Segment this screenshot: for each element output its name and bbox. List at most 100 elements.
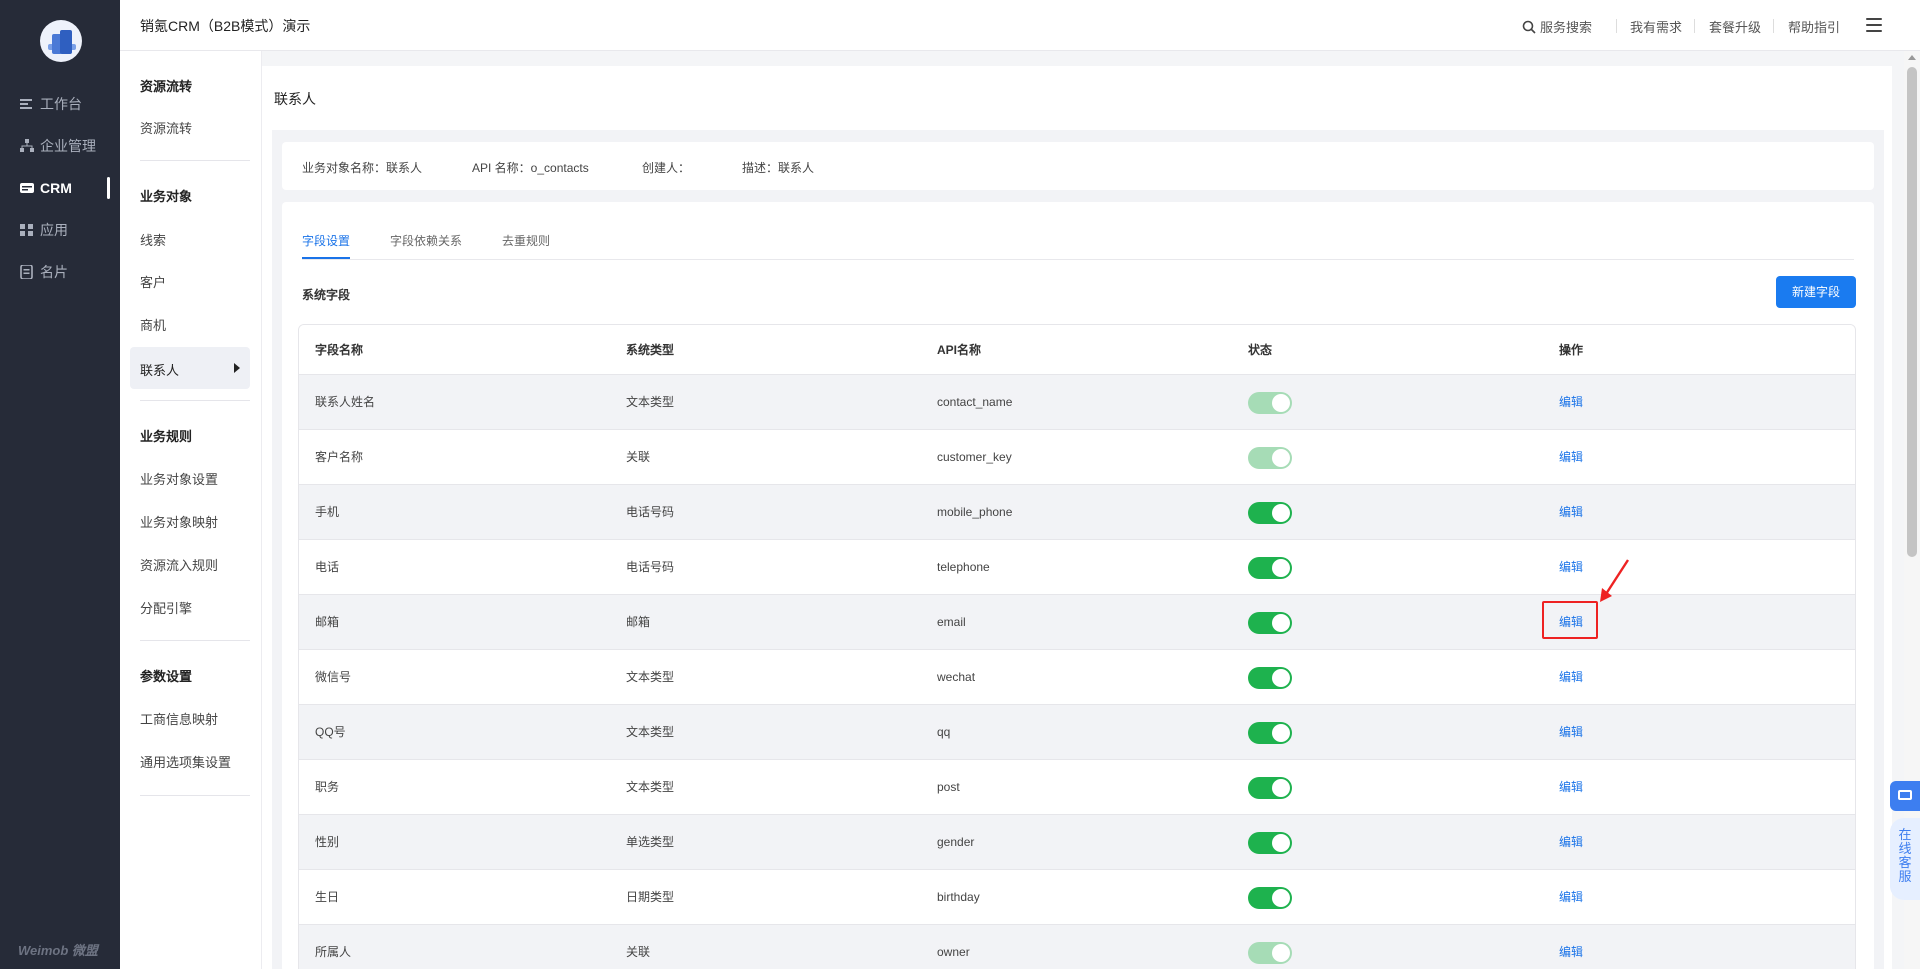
edit-link[interactable]: 编辑 [1559, 815, 1583, 870]
toggle-knob [1272, 724, 1290, 742]
section-title: 系统字段 [302, 288, 351, 302]
edit-link[interactable]: 编辑 [1559, 485, 1583, 540]
status-toggle[interactable] [1248, 557, 1292, 579]
edit-link[interactable]: 编辑 [1559, 870, 1583, 925]
sidebar-item-leads[interactable]: 线索 [140, 230, 166, 249]
rail-item-org[interactable]: 企业管理 [0, 135, 120, 157]
status-toggle[interactable] [1248, 612, 1292, 634]
sidebar-item-contacts[interactable]: 联系人 [130, 347, 250, 389]
edit-link[interactable]: 编辑 [1559, 430, 1583, 485]
service-search-button[interactable]: 服务搜索 [1522, 17, 1592, 36]
rail-label: CRM [40, 180, 72, 196]
card-icon [20, 264, 34, 280]
org-icon [20, 139, 34, 153]
content-area: 业务对象名称：联系人 API 名称：o_contacts 创建人： 描述：联系人… [272, 130, 1884, 969]
sidebar-item-assign-engine[interactable]: 分配引擎 [140, 598, 192, 617]
toggle-knob [1272, 504, 1290, 522]
status-toggle[interactable] [1248, 722, 1292, 744]
field-name-cell: 手机 [315, 505, 340, 519]
rail-label: 企业管理 [40, 138, 96, 154]
scroll-up-icon[interactable] [1908, 55, 1916, 60]
edit-link[interactable]: 编辑 [1559, 540, 1583, 595]
column-header: 字段名称 [315, 343, 364, 357]
system-type-cell: 关联 [626, 450, 651, 464]
rail-item-dashboard[interactable]: 工作台 [0, 93, 120, 115]
table-row: QQ号 文本类型 qq 编辑 [299, 705, 1855, 760]
top-header: 销氪CRM（B2B模式）演示 服务搜索 我有需求 套餐升级 帮助指引 [120, 0, 1920, 51]
edit-link[interactable]: 编辑 [1559, 925, 1583, 969]
sidebar-item-opportunities[interactable]: 商机 [140, 315, 166, 334]
object-info-bar: 业务对象名称：联系人 API 名称：o_contacts 创建人： 描述：联系人 [282, 142, 1874, 190]
field-name-cell: 生日 [315, 890, 340, 904]
chat-button[interactable] [1890, 781, 1920, 811]
secondary-sidebar: 资源流转 资源流转 业务对象 线索 客户 商机 联系人 业务规则 业务对象设置 … [120, 51, 262, 969]
status-toggle[interactable] [1248, 502, 1292, 524]
description-text: 描述：联系人 [742, 161, 815, 175]
status-toggle[interactable] [1248, 667, 1292, 689]
status-toggle [1248, 942, 1292, 964]
online-service-tab[interactable]: 在线客服 [1890, 818, 1920, 900]
status-toggle[interactable] [1248, 832, 1292, 854]
api-name-cell: gender [937, 835, 975, 849]
system-type-cell: 电话号码 [626, 560, 675, 574]
toggle-knob [1272, 559, 1290, 577]
rail-item-card[interactable]: 名片 [0, 261, 120, 283]
creator-text: 创建人： [642, 161, 691, 175]
upgrade-link[interactable]: 套餐升级 [1709, 17, 1761, 36]
toggle-knob [1272, 834, 1290, 852]
scrollbar-thumb[interactable] [1907, 67, 1917, 557]
app-logo[interactable] [40, 20, 82, 62]
status-toggle[interactable] [1248, 887, 1292, 909]
system-type-cell: 单选类型 [626, 835, 675, 849]
active-tab-underline [302, 257, 350, 259]
sidebar-item-resource-flow[interactable]: 资源流转 [140, 118, 192, 137]
online-service-label: 在线客服 [1898, 827, 1912, 884]
api-name-cell: email [937, 615, 966, 629]
sidebar-divider [140, 160, 250, 161]
tab-field-dependency[interactable]: 字段依赖关系 [390, 232, 462, 249]
sidebar-group-title: 参数设置 [140, 669, 193, 684]
sidebar-item-customers[interactable]: 客户 [140, 272, 166, 291]
rail-item-apps[interactable]: 应用 [0, 219, 120, 241]
system-type-cell: 关联 [626, 945, 651, 959]
sidebar-item-inflow-rules[interactable]: 资源流入规则 [140, 555, 218, 574]
fields-card: 字段设置 字段依赖关系 去重规则 系统字段 新建字段 字段名称 系统类型 API… [282, 202, 1874, 969]
sidebar-item-option-sets[interactable]: 通用选项集设置 [140, 752, 231, 771]
sidebar-item-object-settings[interactable]: 业务对象设置 [140, 469, 218, 488]
rail-item-crm[interactable]: CRM [0, 177, 120, 199]
edit-link[interactable]: 编辑 [1559, 705, 1583, 760]
api-name-cell: qq [937, 725, 951, 739]
message-icon [1898, 790, 1912, 800]
system-type-cell: 文本类型 [626, 780, 675, 794]
sidebar-item-label: 联系人 [140, 363, 180, 378]
new-field-button[interactable]: 新建字段 [1776, 276, 1856, 308]
divider [1694, 19, 1695, 33]
field-name-cell: QQ号 [315, 725, 346, 739]
edit-link[interactable]: 编辑 [1559, 650, 1583, 705]
main-panel: 联系人 业务对象名称：联系人 API 名称：o_contacts 创建人： 描述… [262, 66, 1892, 969]
sidebar-group-title: 业务规则 [140, 429, 193, 444]
edit-link[interactable]: 编辑 [1559, 760, 1583, 815]
fields-table: 字段名称 系统类型 API名称 状态 操作 联系人姓名 文本类型 contact_n… [298, 324, 1856, 969]
status-toggle[interactable] [1248, 777, 1292, 799]
system-type-cell: 文本类型 [626, 670, 675, 684]
api-name-cell: mobile_phone [937, 505, 1013, 519]
table-row: 手机 电话号码 mobile_phone 编辑 [299, 485, 1855, 540]
sidebar-item-business-info-mapping[interactable]: 工商信息映射 [140, 709, 218, 728]
help-link[interactable]: 帮助指引 [1788, 17, 1840, 36]
sidebar-item-object-mapping[interactable]: 业务对象映射 [140, 512, 218, 531]
api-name-text: API 名称：o_contacts [472, 161, 589, 175]
table-row: 职务 文本类型 post 编辑 [299, 760, 1855, 815]
api-name-cell: birthday [937, 890, 980, 904]
tab-field-settings[interactable]: 字段设置 [302, 232, 350, 249]
rail-label: 应用 [40, 222, 68, 238]
api-name-cell: contact_name [937, 395, 1013, 409]
toggle-knob [1272, 779, 1290, 797]
edit-link[interactable]: 编辑 [1559, 375, 1583, 430]
tab-bar: 字段设置 字段依赖关系 去重规则 [302, 202, 1854, 260]
my-needs-link[interactable]: 我有需求 [1630, 17, 1682, 36]
system-type-cell: 文本类型 [626, 395, 675, 409]
tab-dedup-rules[interactable]: 去重规则 [502, 232, 550, 249]
field-name-cell: 电话 [315, 560, 340, 574]
hamburger-menu-icon[interactable] [1866, 18, 1882, 32]
